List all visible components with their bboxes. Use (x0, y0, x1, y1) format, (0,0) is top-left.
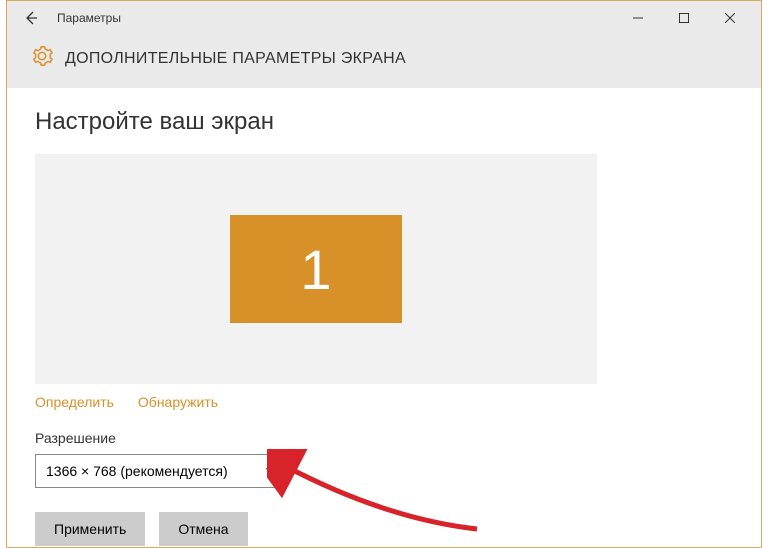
window-controls (615, 3, 753, 33)
resolution-value: 1366 × 768 (рекомендуется) (46, 463, 228, 479)
button-row: Применить Отмена (35, 512, 733, 546)
section-title: Настройте ваш экран (35, 108, 733, 136)
minimize-button[interactable] (615, 3, 661, 33)
gear-icon (31, 45, 53, 72)
chevron-down-icon (264, 463, 276, 479)
page-header-title: ДОПОЛНИТЕЛЬНЫЕ ПАРАМЕТРЫ ЭКРАНА (65, 50, 406, 68)
resolution-label: Разрешение (35, 430, 733, 446)
maximize-button[interactable] (661, 3, 707, 33)
back-button[interactable] (15, 2, 47, 34)
display-monitor-1[interactable]: 1 (230, 215, 402, 323)
titlebar: Параметры (7, 1, 761, 35)
cancel-button[interactable]: Отмена (159, 512, 247, 546)
detect-link[interactable]: Обнаружить (138, 394, 218, 410)
settings-window: Параметры ДОПОЛНИТЕЛЬНЫЕ ПАРАМЕТРЫ ЭКРАН… (6, 0, 762, 548)
close-icon (725, 13, 735, 23)
close-button[interactable] (707, 3, 753, 33)
header-section: ДОПОЛНИТЕЛЬНЫЕ ПАРАМЕТРЫ ЭКРАНА (7, 35, 761, 88)
back-arrow-icon (23, 10, 39, 26)
minimize-icon (633, 13, 643, 23)
content-area: Настройте ваш экран 1 Определить Обнаруж… (7, 88, 761, 546)
apply-button[interactable]: Применить (35, 512, 145, 546)
maximize-icon (679, 13, 689, 23)
resolution-dropdown[interactable]: 1366 × 768 (рекомендуется) (35, 454, 287, 488)
display-link-row: Определить Обнаружить (35, 394, 733, 410)
monitor-number-label: 1 (300, 237, 331, 302)
app-title: Параметры (57, 11, 121, 25)
identify-link[interactable]: Определить (35, 394, 114, 410)
display-arrangement-canvas[interactable]: 1 (35, 154, 597, 384)
